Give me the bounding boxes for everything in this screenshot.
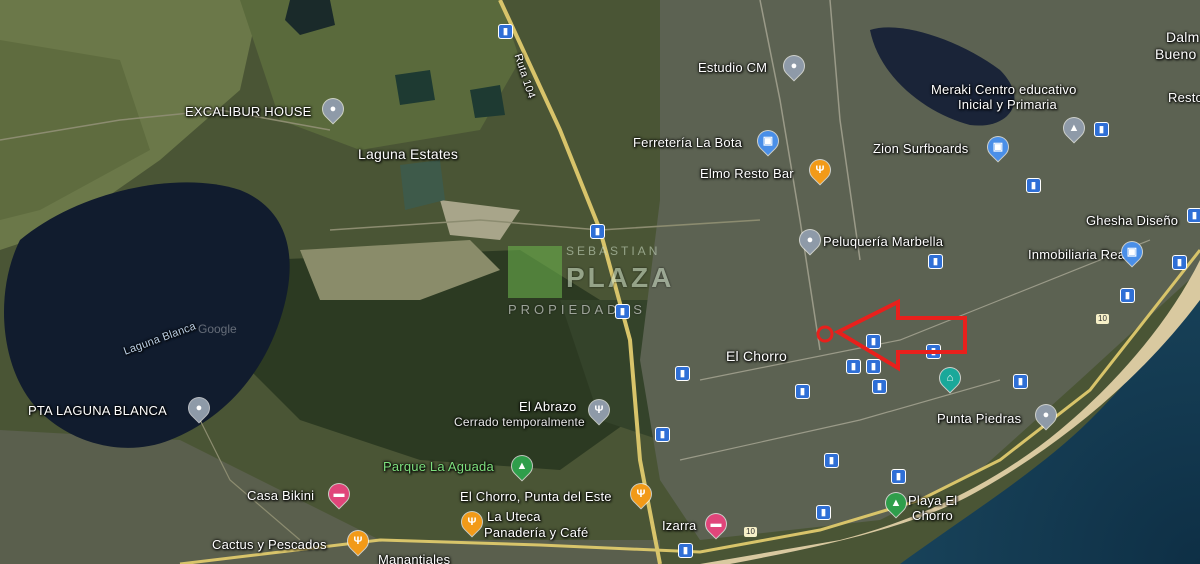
- label-dalmar[interactable]: Dalm: [1166, 30, 1199, 45]
- bus-stop-icon[interactable]: ▮: [1120, 288, 1135, 303]
- beach-pin[interactable]: ▲: [881, 488, 911, 518]
- bus-stop-icon[interactable]: ▮: [795, 384, 810, 399]
- label-playa[interactable]: Playa El: [908, 493, 957, 508]
- bus-stop-icon[interactable]: ▮: [1026, 178, 1041, 193]
- bus-stop-icon[interactable]: ▮: [866, 359, 881, 374]
- label-el-chorro[interactable]: El Chorro: [726, 349, 787, 364]
- label-la-uteca-2[interactable]: Panadería y Café: [484, 525, 588, 540]
- bus-stop-icon[interactable]: ▮: [1172, 255, 1187, 270]
- place-pin[interactable]: ●: [779, 51, 809, 81]
- label-laguna-estates[interactable]: Laguna Estates: [358, 147, 458, 162]
- place-pin[interactable]: ●: [184, 393, 214, 423]
- bus-stop-icon[interactable]: ▮: [846, 359, 861, 374]
- label-meraki[interactable]: Meraki Centro educativo: [931, 82, 1077, 97]
- route-badge: 10: [744, 527, 757, 537]
- bus-stop-icon[interactable]: ▮: [498, 24, 513, 39]
- bus-stop-icon[interactable]: ▮: [615, 304, 630, 319]
- label-zion[interactable]: Zion Surfboards: [873, 141, 969, 156]
- bus-stop-icon[interactable]: ▮: [1187, 208, 1200, 223]
- bus-stop-icon[interactable]: ▮: [891, 469, 906, 484]
- label-peluqueria[interactable]: Peluquería Marbella: [823, 234, 943, 249]
- label-inmobiliaria[interactable]: Inmobiliaria Real: [1028, 247, 1128, 262]
- place-pin[interactable]: ●: [795, 225, 825, 255]
- bus-stop-icon[interactable]: ▮: [675, 366, 690, 381]
- watermark-logo: [508, 246, 562, 298]
- bus-stop-icon[interactable]: ▮: [816, 505, 831, 520]
- label-meraki-2[interactable]: Inicial y Primaria: [958, 97, 1057, 112]
- bus-stop-icon[interactable]: ▮: [872, 379, 887, 394]
- label-resto[interactable]: Resto: [1168, 90, 1200, 105]
- label-el-abrazo-status: Cerrado temporalmente: [454, 415, 585, 429]
- bus-stop-icon[interactable]: ▮: [926, 344, 941, 359]
- watermark-brand: PLAZA: [566, 262, 675, 293]
- label-parque[interactable]: Parque La Aguada: [383, 459, 494, 474]
- label-izarra[interactable]: Izarra: [662, 518, 696, 533]
- bus-stop-icon[interactable]: ▮: [928, 254, 943, 269]
- park-pin[interactable]: ▲: [507, 451, 537, 481]
- restaurant-pin[interactable]: Ψ: [626, 479, 656, 509]
- label-la-uteca[interactable]: La Uteca: [487, 509, 541, 524]
- restaurant-pin[interactable]: Ψ: [584, 395, 614, 425]
- route-badge: 10: [1096, 314, 1109, 324]
- place-pin[interactable]: ●: [1031, 400, 1061, 430]
- restaurant-pin[interactable]: Ψ: [805, 155, 835, 185]
- bus-stop-icon[interactable]: ▮: [655, 427, 670, 442]
- label-elmo[interactable]: Elmo Resto Bar: [700, 166, 794, 181]
- label-ghesha[interactable]: Ghesha Diseño: [1086, 213, 1178, 228]
- label-estudio-cm[interactable]: Estudio CM: [698, 60, 767, 75]
- shop-pin[interactable]: ▣: [983, 132, 1013, 162]
- label-pta-laguna[interactable]: PTA LAGUNA BLANCA: [28, 403, 167, 418]
- label-punta-piedras[interactable]: Punta Piedras: [937, 411, 1021, 426]
- bus-stop-icon[interactable]: ▮: [1094, 122, 1109, 137]
- cafe-pin[interactable]: Ψ: [457, 507, 487, 537]
- label-el-abrazo[interactable]: El Abrazo: [519, 399, 576, 414]
- bus-stop-icon[interactable]: ▮: [866, 334, 881, 349]
- hotel-pin[interactable]: ▬: [701, 509, 731, 539]
- label-playa-2[interactable]: Chorro: [912, 508, 953, 523]
- label-dalmar-2[interactable]: Bueno: [1155, 47, 1196, 62]
- school-pin[interactable]: ▲: [1059, 113, 1089, 143]
- google-mark: Google: [198, 322, 237, 336]
- label-excalibur[interactable]: EXCALIBUR HOUSE: [185, 104, 312, 119]
- bus-stop-icon[interactable]: ▮: [824, 453, 839, 468]
- museum-pin[interactable]: ⌂: [935, 363, 965, 393]
- shop-pin[interactable]: ▣: [1117, 237, 1147, 267]
- shop-pin[interactable]: ▣: [753, 126, 783, 156]
- restaurant-pin[interactable]: Ψ: [343, 526, 373, 556]
- place-pin[interactable]: ●: [318, 94, 348, 124]
- label-cactus[interactable]: Cactus y Pescados: [212, 537, 327, 552]
- satellite-map[interactable]: SEBASTIAN PLAZA PROPIEDADES Google EXCAL…: [0, 0, 1200, 564]
- label-ferreteria[interactable]: Ferretería La Bota: [633, 135, 742, 150]
- hotel-pin[interactable]: ▬: [324, 479, 354, 509]
- bus-stop-icon[interactable]: ▮: [1013, 374, 1028, 389]
- label-manantiales[interactable]: Manantiales: [378, 552, 450, 564]
- bus-stop-icon[interactable]: ▮: [678, 543, 693, 558]
- label-casa-bikini[interactable]: Casa Bikini: [247, 488, 314, 503]
- label-el-chorro-pde[interactable]: El Chorro, Punta del Este: [460, 489, 612, 504]
- watermark-top: SEBASTIAN: [566, 244, 661, 258]
- watermark: SEBASTIAN PLAZA PROPIEDADES: [508, 244, 708, 324]
- bus-stop-icon[interactable]: ▮: [590, 224, 605, 239]
